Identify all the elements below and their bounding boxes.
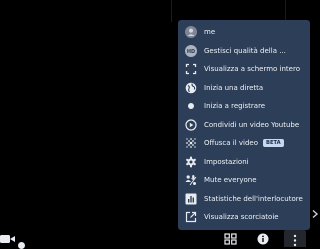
- menu-item-label: Visualizza a schermo intero: [204, 65, 300, 74]
- menu-item-label: Statistiche dell'interlocutore: [204, 194, 303, 203]
- menu-item-start-live[interactable]: Inizia una diretta: [178, 79, 310, 98]
- menu-item-label: Visualizza scorciatoie: [204, 213, 279, 222]
- overflow-menu: me HD Gestisci qualità della ... Visuali…: [178, 20, 310, 230]
- menu-item-fullscreen[interactable]: Visualizza a schermo intero: [178, 60, 310, 79]
- menu-item-label: Inizia una diretta: [204, 83, 264, 92]
- svg-text:HD: HD: [187, 49, 195, 55]
- menu-item-label: me: [204, 28, 216, 37]
- menu-item-share-youtube[interactable]: Condividi un video Youtube: [178, 116, 310, 135]
- mute-everyone-icon: [185, 174, 197, 186]
- info-button[interactable]: [255, 233, 271, 247]
- menu-item-speaker-stats[interactable]: Statistiche dell'interlocutore: [178, 190, 310, 209]
- menu-item-label: Condividi un video Youtube: [204, 120, 300, 129]
- menu-item-profile[interactable]: me: [178, 23, 310, 42]
- livestream-globe-icon: [185, 82, 197, 94]
- menu-item-label: Offusca il video: [204, 139, 259, 148]
- menu-item-label: Impostazioni: [204, 157, 249, 166]
- menu-item-label: Mute everyone: [204, 176, 257, 185]
- chevron-right-icon[interactable]: [311, 209, 319, 219]
- hd-icon: HD: [185, 44, 197, 57]
- play-circle-icon: [185, 119, 197, 131]
- tile-view-button[interactable]: [222, 233, 238, 247]
- more-options-button[interactable]: [284, 230, 306, 247]
- menu-item-settings[interactable]: Impostazioni: [178, 153, 310, 172]
- external-link-icon: [185, 211, 197, 223]
- avatar-icon: [185, 26, 197, 39]
- menu-item-mute-everyone[interactable]: Mute everyone: [178, 171, 310, 190]
- bar-chart-icon: [185, 193, 197, 205]
- record-icon: [185, 100, 197, 112]
- menu-item-shortcuts[interactable]: Visualizza scorciatoie: [178, 208, 310, 227]
- status-dot: [18, 242, 25, 249]
- more-vertical-icon: [293, 234, 297, 247]
- menu-item-manage-quality[interactable]: HD Gestisci qualità della ...: [178, 42, 310, 61]
- blur-icon: [185, 137, 197, 149]
- menu-item-start-recording[interactable]: Inizia a registrare: [178, 97, 310, 116]
- camera-icon[interactable]: [0, 233, 16, 247]
- menu-item-label: Gestisci qualità della ...: [204, 46, 286, 55]
- top-separator-left: [171, 0, 172, 22]
- beta-badge: BETA: [263, 139, 284, 148]
- gear-icon: [185, 156, 197, 168]
- top-separator-right: [285, 0, 286, 22]
- menu-item-label: Inizia a registrare: [204, 102, 266, 111]
- info-icon: [257, 233, 269, 245]
- grid-icon: [223, 233, 237, 245]
- menu-item-blur-video[interactable]: Offusca il video BETA: [178, 134, 310, 153]
- fullscreen-icon: [185, 63, 197, 75]
